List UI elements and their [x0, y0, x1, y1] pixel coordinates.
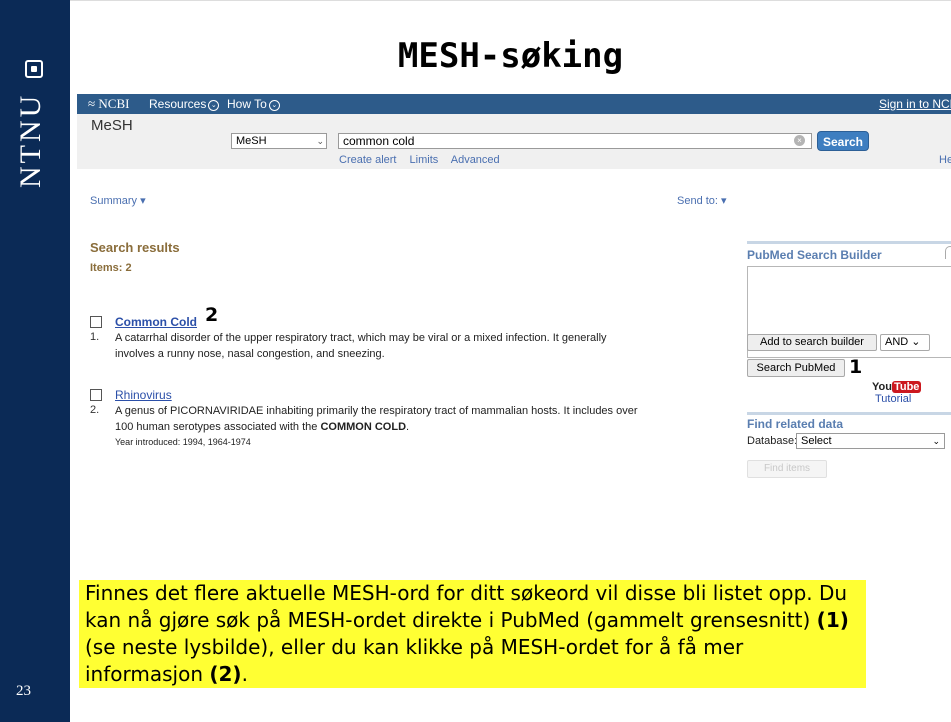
chevron-down-icon: ⌄ [316, 136, 324, 146]
clear-icon[interactable]: × [794, 135, 805, 146]
ntnu-logo-text: NTNU [14, 92, 47, 188]
youtube-tutorial-link[interactable]: You TubeTutorial [872, 381, 951, 405]
database-select[interactable]: MeSH ⌄ [231, 133, 327, 149]
result-title-link[interactable]: Rhinovirus [115, 388, 172, 402]
and-select[interactable]: AND ⌄ [880, 334, 930, 351]
page-number: 23 [16, 683, 31, 699]
chevron-down-icon: ⌄ [268, 100, 280, 111]
results-title: Search results [90, 240, 180, 255]
search-button[interactable]: Search [817, 131, 869, 151]
ncbi-logo[interactable]: ≈ NCBI [88, 96, 129, 112]
result-year: Year introduced: 1994, 1964-1974 [115, 437, 251, 447]
builder-title: PubMed Search Builder [747, 248, 882, 262]
ncbi-header-bar: ≈ NCBI Resources⌄ How To⌄ Sign in to NCB… [77, 94, 951, 114]
result-title-link[interactable]: Common Cold [115, 315, 197, 329]
top-border [70, 0, 951, 1]
result-number: 2. [90, 404, 100, 416]
ntnu-logo-icon [25, 60, 43, 78]
summary-menu[interactable]: Summary ▾ [90, 194, 146, 207]
database-label: Database: [747, 435, 798, 447]
explanation-text: Finnes det flere aktuelle MESH-ord for d… [79, 580, 866, 688]
help-link[interactable]: Help [939, 154, 951, 166]
ncbi-screenshot: ≈ NCBI Resources⌄ How To⌄ Sign in to NCB… [77, 94, 951, 510]
database-select-related[interactable]: Select ⌄ [796, 433, 945, 449]
result-checkbox[interactable] [90, 316, 102, 328]
annotation-1: 1 [849, 356, 863, 378]
search-pubmed-button[interactable]: Search PubMed [747, 359, 845, 377]
result-description: A genus of PICORNAVIRIDAE inhabiting pri… [115, 405, 638, 433]
sign-in-link[interactable]: Sign in to NCBI [879, 97, 951, 111]
send-to-menu[interactable]: Send to: ▾ [677, 194, 727, 207]
resources-menu[interactable]: Resources ⌄ [149, 97, 220, 111]
annotation-2: 2 [205, 304, 219, 326]
divider [747, 412, 951, 415]
result-number: 1. [90, 331, 100, 343]
items-count: Items: 2 [90, 262, 132, 274]
limits-link[interactable]: Limits [410, 154, 439, 166]
howto-menu[interactable]: How To ⌄ [227, 97, 280, 111]
result-checkbox[interactable] [90, 389, 102, 401]
database-title: MeSH [91, 117, 133, 134]
related-data-title: Find related data [747, 417, 844, 431]
divider [747, 241, 951, 244]
find-items-button[interactable]: Find items [747, 460, 827, 478]
create-alert-link[interactable]: Create alert [339, 154, 396, 166]
search-sublinks: Create alert Limits Advanced [339, 154, 510, 166]
scroll-icon [945, 246, 951, 259]
chevron-down-icon: ⌄ [208, 100, 220, 111]
slide-title: MESH-søking [397, 36, 624, 76]
ntnu-sidebar: NTNU 23 [0, 0, 70, 722]
chevron-down-icon: ⌄ [932, 436, 940, 446]
add-to-builder-button[interactable]: Add to search builder [747, 334, 877, 351]
result-description: A catarrhal disorder of the upper respir… [115, 332, 607, 360]
search-input[interactable]: common cold × [338, 133, 812, 149]
advanced-link[interactable]: Advanced [451, 154, 500, 166]
